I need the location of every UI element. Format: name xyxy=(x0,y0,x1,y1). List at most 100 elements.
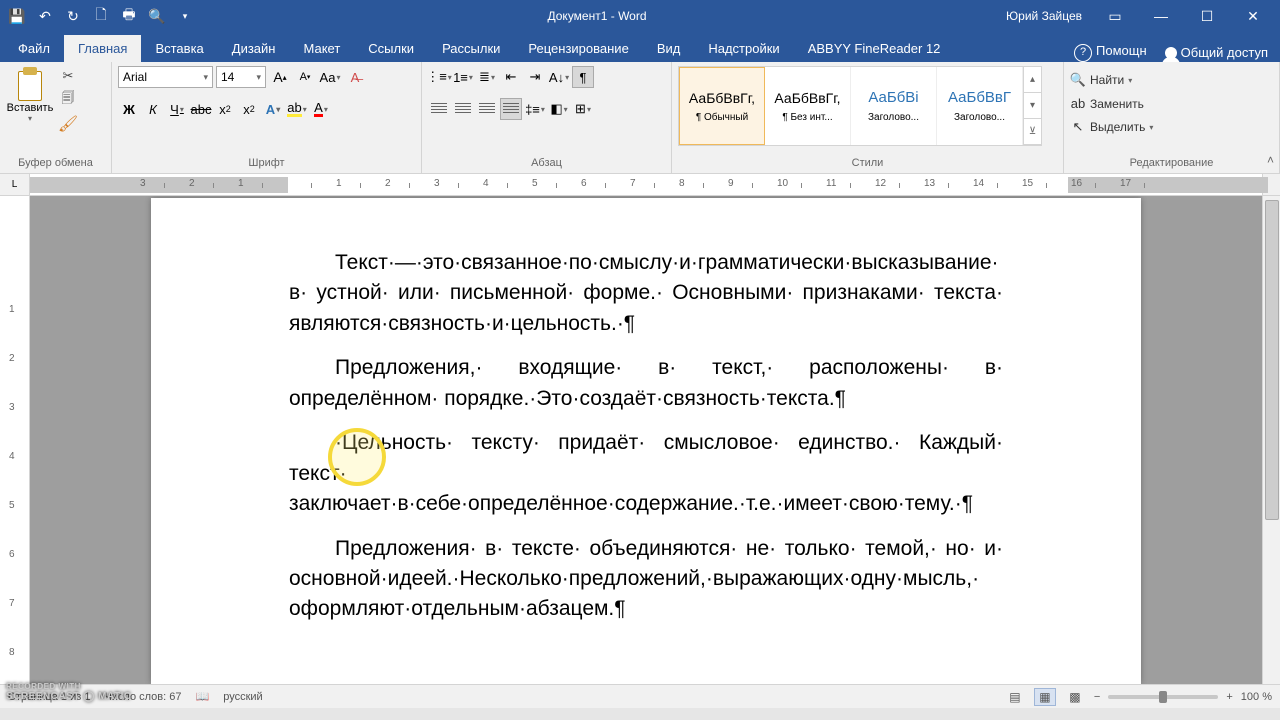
align-center-icon[interactable] xyxy=(452,98,474,120)
style-item[interactable]: АаБбВвГЗаголово... xyxy=(937,67,1023,145)
copy-icon[interactable]: 🗐 xyxy=(58,90,78,110)
indent-dec-icon[interactable]: ⇤ xyxy=(500,66,522,88)
cut-icon[interactable]: ✂ xyxy=(58,66,78,86)
gallery-more-icon[interactable]: ⊻ xyxy=(1024,119,1041,145)
view-web-icon[interactable]: ▩ xyxy=(1064,688,1086,706)
tab-selector[interactable]: L xyxy=(0,174,30,195)
proofing-icon[interactable]: 📖 xyxy=(196,690,210,703)
tab-references[interactable]: Ссылки xyxy=(354,35,428,62)
share-button[interactable]: Общий доступ xyxy=(1165,45,1268,60)
select-label: Выделить xyxy=(1090,120,1145,134)
view-read-icon[interactable]: ▤ xyxy=(1004,688,1026,706)
redo-icon[interactable]: ↻ xyxy=(60,4,86,28)
text-effects-icon[interactable]: A xyxy=(262,98,284,120)
document-canvas[interactable]: Текст·—·это·связанное·по·смыслу·и·грамма… xyxy=(30,196,1262,684)
clipboard-icon xyxy=(16,67,44,101)
paragraph[interactable]: Предложения· в· тексте· объединяются· не… xyxy=(289,534,1003,625)
bullets-icon[interactable]: ⋮≡ xyxy=(428,66,450,88)
style-item[interactable]: АаБбВвГг,¶ Обычный xyxy=(679,67,765,145)
subscript-button[interactable]: x2 xyxy=(214,98,236,120)
user-name[interactable]: Юрий Зайцев xyxy=(996,9,1092,23)
indent-inc-icon[interactable]: ⇥ xyxy=(524,66,546,88)
replace-button[interactable]: abЗаменить xyxy=(1070,94,1144,113)
tab-review[interactable]: Рецензирование xyxy=(514,35,642,62)
group-paragraph: ⋮≡ 1≡ ≣ ⇤ ⇥ A↓ ¶ ‡≡ ◧ ⊞ Абзац xyxy=(422,62,672,173)
italic-button[interactable]: К xyxy=(142,98,164,120)
vertical-ruler[interactable]: 12345678 xyxy=(0,196,30,684)
paragraph[interactable]: Текст·—·это·связанное·по·смыслу·и·грамма… xyxy=(289,248,1003,339)
line-spacing-icon[interactable]: ‡≡ xyxy=(524,98,546,120)
zoom-in-icon[interactable]: + xyxy=(1226,691,1232,703)
font-name-combo[interactable]: Arial▾ xyxy=(118,66,213,88)
undo-icon[interactable]: ↶ xyxy=(32,4,58,28)
underline-button[interactable]: Ч xyxy=(166,98,188,120)
qat-more-icon[interactable]: ▾ xyxy=(172,4,198,28)
gallery-up-icon[interactable]: ▴ xyxy=(1024,67,1041,93)
paragraph[interactable]: ·Цельность· тексту· придаёт· смысловое· … xyxy=(289,428,1003,519)
justify-icon[interactable] xyxy=(500,98,522,120)
font-color-icon[interactable]: A xyxy=(310,98,332,120)
tab-view[interactable]: Вид xyxy=(643,35,695,62)
page[interactable]: Текст·—·это·связанное·по·смыслу·и·грамма… xyxy=(151,198,1141,684)
style-item[interactable]: АаБбВвГг,¶ Без инт... xyxy=(765,67,851,145)
highlight-icon[interactable]: ab xyxy=(286,98,308,120)
tab-mailings[interactable]: Рассылки xyxy=(428,35,514,62)
font-name-value: Arial xyxy=(123,70,147,84)
preview-icon[interactable]: 🔍 xyxy=(144,4,170,28)
close-icon[interactable]: ✕ xyxy=(1230,1,1276,31)
document-title: Документ1 - Word xyxy=(198,9,996,23)
vertical-scrollbar[interactable] xyxy=(1262,196,1280,684)
grow-font-icon[interactable]: A▴ xyxy=(269,66,291,88)
tab-insert[interactable]: Вставка xyxy=(141,35,217,62)
align-left-icon[interactable] xyxy=(428,98,450,120)
borders-icon[interactable]: ⊞ xyxy=(572,98,594,120)
zoom-out-icon[interactable]: − xyxy=(1094,691,1100,703)
style-item[interactable]: АаБбВіЗаголово... xyxy=(851,67,937,145)
clear-format-icon[interactable]: A̶ xyxy=(344,66,366,88)
shading-icon[interactable]: ◧ xyxy=(548,98,570,120)
tab-design[interactable]: Дизайн xyxy=(218,35,290,62)
numbering-icon[interactable]: 1≡ xyxy=(452,66,474,88)
zoom-value[interactable]: 100 % xyxy=(1241,691,1272,703)
align-right-icon[interactable] xyxy=(476,98,498,120)
superscript-button[interactable]: x2 xyxy=(238,98,260,120)
strike-button[interactable]: abc xyxy=(190,98,212,120)
maximize-icon[interactable]: ☐ xyxy=(1184,1,1230,31)
scroll-thumb[interactable] xyxy=(1265,200,1279,520)
sort-icon[interactable]: A↓ xyxy=(548,66,570,88)
new-doc-icon[interactable]: 🗋 xyxy=(88,4,114,28)
select-button[interactable]: ↖Выделить ▾ xyxy=(1070,117,1153,137)
show-marks-button[interactable]: ¶ xyxy=(572,66,594,88)
change-case-icon[interactable]: Aa xyxy=(319,66,341,88)
ribbon-options-icon[interactable]: ▭ xyxy=(1092,1,1138,31)
hruler-scale[interactable]: 3211234567891011121314151617 xyxy=(30,174,1262,195)
collapse-ribbon-icon[interactable]: ˄ xyxy=(1267,153,1274,167)
multilevel-icon[interactable]: ≣ xyxy=(476,66,498,88)
status-language[interactable]: русский xyxy=(223,691,262,703)
group-font: Arial▾ 14▾ A▴ A▾ Aa A̶ Ж К Ч abc x2 x2 A… xyxy=(112,62,422,173)
paste-label: Вставить xyxy=(7,102,54,114)
tab-addins[interactable]: Надстройки xyxy=(694,35,793,62)
bold-button[interactable]: Ж xyxy=(118,98,140,120)
view-print-icon[interactable]: ▦ xyxy=(1034,688,1056,706)
find-button[interactable]: 🔍Найти ▾ xyxy=(1070,70,1132,90)
zoom-knob[interactable] xyxy=(1159,691,1167,703)
cursor-icon: ↖ xyxy=(1070,119,1086,135)
tab-file[interactable]: Файл xyxy=(4,35,64,62)
style-gallery[interactable]: АаБбВвГг,¶ ОбычныйАаБбВвГг,¶ Без инт...А… xyxy=(678,66,1042,146)
minimize-icon[interactable]: — xyxy=(1138,1,1184,31)
print-icon[interactable]: 🖶 xyxy=(116,4,142,28)
tab-home[interactable]: Главная xyxy=(64,35,141,62)
tab-layout[interactable]: Макет xyxy=(289,35,354,62)
tab-abbyy[interactable]: ABBYY FineReader 12 xyxy=(794,35,955,62)
gallery-down-icon[interactable]: ▾ xyxy=(1024,93,1041,119)
paragraph[interactable]: Предложения,· входящие· в· текст,· распо… xyxy=(289,353,1003,414)
paste-button[interactable]: Вставить ▾ xyxy=(6,66,54,123)
format-painter-icon[interactable]: 🖌 xyxy=(58,114,78,134)
shrink-font-icon[interactable]: A▾ xyxy=(294,66,316,88)
tell-me[interactable]: Помощн xyxy=(1074,43,1147,62)
save-icon[interactable]: 💾 xyxy=(4,4,30,28)
font-size-combo[interactable]: 14▾ xyxy=(216,66,266,88)
replace-icon: ab xyxy=(1070,96,1086,111)
zoom-slider[interactable] xyxy=(1108,695,1218,699)
